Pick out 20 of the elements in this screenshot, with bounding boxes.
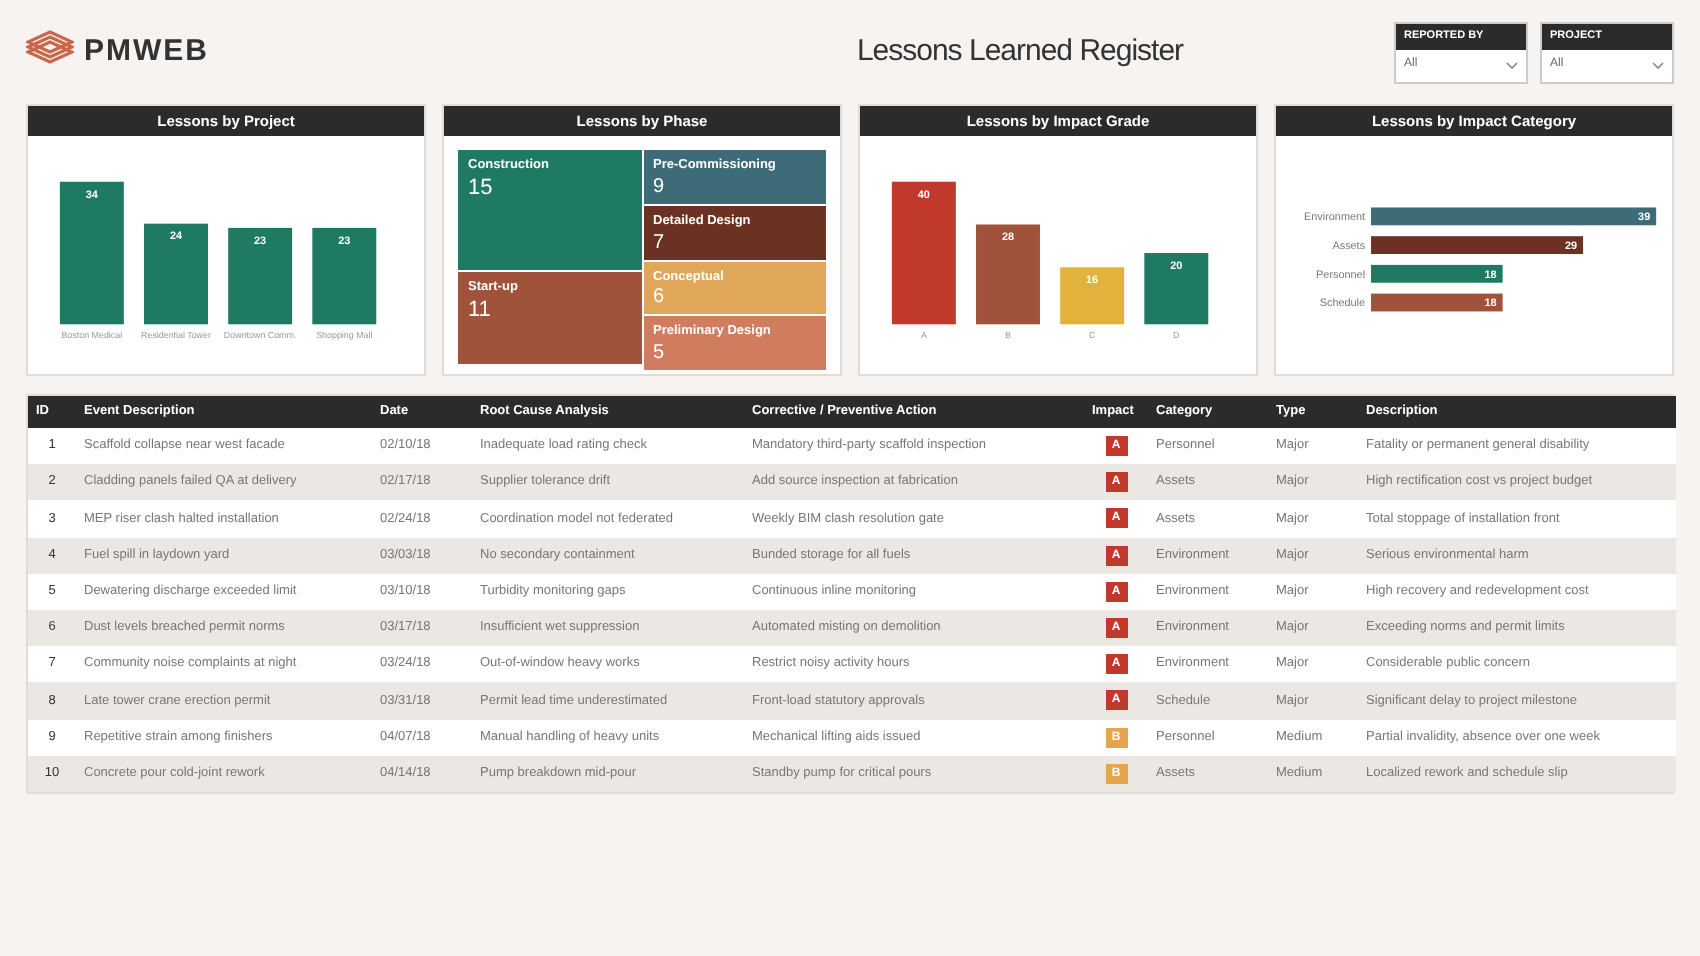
tile-value: 15	[468, 177, 495, 200]
tile-value: 11	[468, 299, 493, 322]
tile-value: 9	[653, 177, 667, 198]
chevron-icon	[1652, 61, 1664, 69]
bar	[144, 223, 208, 325]
chevron-icon	[1506, 61, 1518, 69]
page-title: Lessons Learned Register	[854, 31, 1186, 72]
bar	[1371, 293, 1503, 312]
bar	[1060, 267, 1125, 325]
brand-name: PMWEB	[84, 31, 209, 72]
bar	[228, 227, 293, 325]
bar	[312, 227, 377, 325]
bar	[976, 224, 1040, 325]
bar	[1144, 253, 1209, 325]
bar	[891, 181, 956, 325]
tile-value: 5	[653, 344, 667, 364]
tile-value: 7	[653, 233, 667, 253]
bar	[59, 181, 124, 325]
bar	[1371, 264, 1503, 283]
tile-value: 6	[653, 288, 667, 309]
